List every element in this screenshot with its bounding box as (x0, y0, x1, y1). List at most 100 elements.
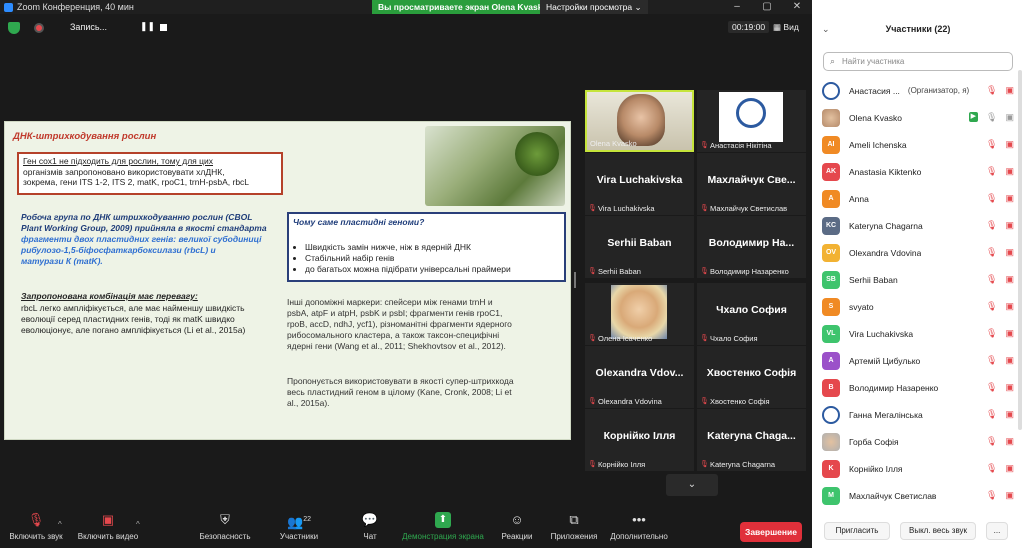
participant-row[interactable]: A Anna 🎙 ▣ (812, 185, 1020, 212)
video-off-icon[interactable]: ▣ (1005, 139, 1014, 149)
chat-label: Чат (363, 532, 377, 541)
participants-button[interactable]: 👥22 Участники (270, 512, 328, 541)
mic-off-icon[interactable]: 🎙 (986, 220, 997, 230)
participant-search-input[interactable]: ⌕ Найти участника (823, 52, 1013, 71)
participant-name: Корнійко Ілля (849, 463, 903, 474)
panel-resize-handle[interactable] (574, 272, 576, 288)
video-tile[interactable]: Serhii Baban 🎙 Serhii Baban (585, 216, 694, 278)
mic-off-icon[interactable]: 🎙 (986, 490, 997, 500)
participant-row[interactable]: AK Anastasia Kiktenko 🎙 ▣ (812, 158, 1020, 185)
tile-name: Olexandra Vdov... (595, 367, 684, 379)
participant-row[interactable]: VL Vira Luchakivska 🎙 ▣ (812, 320, 1020, 347)
participant-row[interactable]: Ганна Мегалінська 🎙 ▣ (812, 401, 1020, 428)
video-off-icon[interactable]: ▣ (1005, 409, 1014, 419)
apps-label: Приложения (550, 532, 598, 541)
video-off-icon[interactable]: ▣ (1005, 193, 1014, 203)
chat-button[interactable]: 💬 Чат (352, 512, 388, 541)
video-tile[interactable]: Vira Luchakivska 🎙 Vira Luchakivska (585, 153, 694, 215)
mic-off-icon[interactable]: 🎙 (986, 409, 997, 419)
video-off-icon[interactable]: ▣ (1005, 463, 1014, 473)
video-tile[interactable]: Корнійко Ілля 🎙 Корнійко Ілля (585, 409, 694, 471)
video-off-icon[interactable]: ▣ (1005, 85, 1014, 95)
participants-label: Участники (279, 532, 319, 541)
participant-row[interactable]: K Корнійко Ілля 🎙 ▣ (812, 455, 1020, 482)
participant-row[interactable]: OV Olexandra Vdovina 🎙 ▣ (812, 239, 1020, 266)
participant-status-icons: 🎙 ▣ (986, 220, 1014, 230)
video-off-icon[interactable]: ▣ (1005, 301, 1014, 311)
share-screen-label: Демонстрация экрана (402, 532, 484, 541)
tile-caption-text: Володимир Назаренко (710, 267, 789, 276)
video-off-icon[interactable]: ▣ (1005, 247, 1014, 257)
more-button[interactable]: ••• Дополнительно (606, 512, 672, 541)
apps-button[interactable]: ⧉ Приложения (544, 512, 604, 541)
mic-on-icon[interactable]: 🎙 (986, 112, 997, 122)
audio-options-chevron-icon[interactable]: ^ (58, 520, 62, 529)
video-off-icon[interactable]: ▣ (1005, 220, 1014, 230)
video-tile[interactable]: Хвостенко Софія 🎙 Хвостенко Софія (697, 346, 806, 408)
mic-off-icon[interactable]: 🎙 (986, 355, 997, 365)
maximize-icon[interactable]: ▢ (752, 0, 782, 14)
video-off-icon[interactable]: ▣ (1005, 166, 1014, 176)
video-off-icon[interactable]: ▣ (1005, 355, 1014, 365)
mic-off-icon[interactable]: 🎙 (986, 247, 997, 257)
video-off-icon[interactable]: ▣ (1005, 328, 1014, 338)
video-tile[interactable]: Kateryna Chaga... 🎙 Kateryna Chagarna (697, 409, 806, 471)
video-off-icon[interactable]: ▣ (1005, 382, 1014, 392)
view-options-button[interactable]: Настройки просмотра ⌄ (540, 0, 648, 14)
tile-caption: 🎙 Хвостенко Софія (700, 397, 770, 406)
video-tile[interactable]: Olexandra Vdov... 🎙 Olexandra Vdovina (585, 346, 694, 408)
video-off-icon[interactable]: ▣ (1005, 436, 1014, 446)
view-button[interactable]: ▦ Вид (773, 22, 799, 33)
participant-row[interactable]: M Махлайчук Светислав 🎙 ▣ (812, 482, 1020, 509)
mic-off-icon[interactable]: 🎙 (986, 85, 997, 95)
participant-row[interactable]: Горба Софія 🎙 ▣ (812, 428, 1020, 455)
unmute-button[interactable]: 🎙 Включить звук (6, 512, 66, 541)
participant-row[interactable]: KC Kateryna Chagarna 🎙 ▣ (812, 212, 1020, 239)
video-tile[interactable]: 🎙 Олена Ісаченко (585, 283, 694, 345)
mic-off-icon[interactable]: 🎙 (986, 166, 997, 176)
pause-recording-button[interactable]: ❚❚ (140, 21, 155, 32)
reactions-button[interactable]: ☺ Реакции (496, 512, 538, 541)
minimize-icon[interactable]: – (722, 0, 752, 14)
participant-row[interactable]: SB Serhii Baban 🎙 ▣ (812, 266, 1020, 293)
mic-off-icon[interactable]: 🎙 (986, 139, 997, 149)
video-tile[interactable]: 🎙 Анастасія Нікітіна (697, 90, 806, 152)
panel-more-button[interactable]: ... (986, 522, 1008, 540)
video-tile[interactable]: Чхало София 🎙 Чхало София (697, 283, 806, 345)
close-icon[interactable]: ✕ (782, 0, 812, 14)
video-off-icon[interactable]: ▣ (1005, 490, 1014, 500)
tile-caption: 🎙 Олена Ісаченко (588, 334, 652, 343)
participants-count: 22 (303, 516, 311, 523)
slide-title: ДНК-штрихкодування рослин (13, 131, 157, 142)
mic-off-icon[interactable]: 🎙 (986, 274, 997, 284)
participant-row[interactable]: A Артемій Цибулько 🎙 ▣ (812, 347, 1020, 374)
mic-off-icon[interactable]: 🎙 (986, 463, 997, 473)
video-off-icon[interactable]: ▣ (1005, 274, 1014, 284)
mic-off-icon[interactable]: 🎙 (986, 328, 997, 338)
video-options-chevron-icon[interactable]: ^ (136, 520, 140, 529)
mic-off-icon[interactable]: 🎙 (986, 382, 997, 392)
list-item: Швидкість замін нижче, ніж в ядерній ДНК (305, 242, 511, 253)
gallery-scroll-down-button[interactable]: ⌄ (666, 474, 718, 496)
participant-row[interactable]: Ssvyato 🎙 ▣ (812, 293, 1020, 320)
video-tile[interactable]: Махлайчук Све... 🎙 Махлайчук Светислав (697, 153, 806, 215)
participant-row[interactable]: AI Ameli Ichenska 🎙 ▣ (812, 131, 1020, 158)
security-button[interactable]: ⛨ Безопасность (196, 512, 254, 541)
mic-off-icon[interactable]: 🎙 (986, 193, 997, 203)
share-screen-button[interactable]: ⬆ Демонстрация экрана (398, 512, 488, 541)
mic-off-icon[interactable]: 🎙 (986, 301, 997, 311)
mute-all-button[interactable]: Выкл. весь звук (900, 522, 976, 540)
video-on-icon[interactable]: ▣ (1005, 112, 1014, 122)
stop-recording-button[interactable] (160, 24, 167, 31)
invite-button[interactable]: Пригласить (824, 522, 890, 540)
participant-row[interactable]: Анастасия ... (Организатор, я) 🎙 ▣ (812, 77, 1020, 104)
participants-scrollbar[interactable] (1018, 70, 1022, 430)
start-video-button[interactable]: ▣ Включить видео (72, 512, 144, 541)
end-meeting-button[interactable]: Завершение (740, 522, 802, 542)
video-tile[interactable]: Володимир На... 🎙 Володимир Назаренко (697, 216, 806, 278)
plastid-genomes-box: Чому саме пластидні геноми? Швидкість за… (287, 212, 566, 282)
video-tile[interactable]: Olena Kvasko (585, 90, 694, 152)
mic-off-icon[interactable]: 🎙 (986, 436, 997, 446)
participant-row[interactable]: B Володимир Назаренко 🎙 ▣ (812, 374, 1020, 401)
participant-row[interactable]: Olena Kvasko ▶ 🎙 ▣ (812, 104, 1020, 131)
